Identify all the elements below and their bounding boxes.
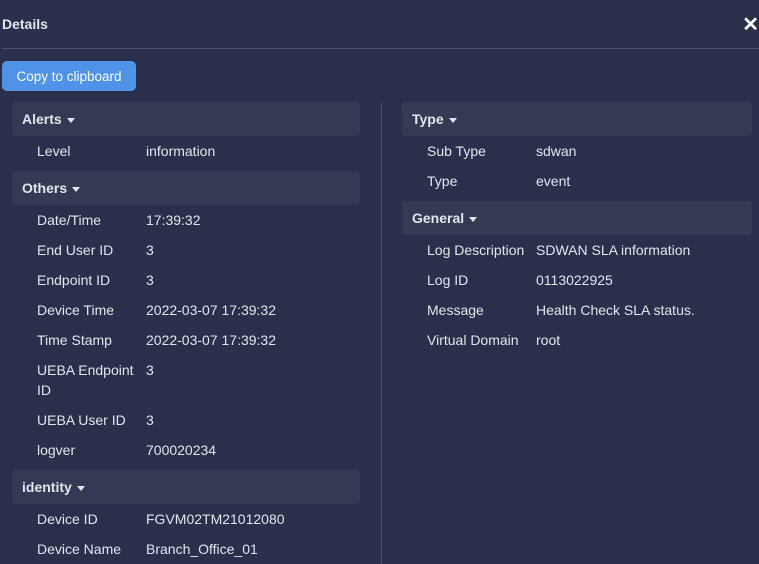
field-row: logver 700020234 (12, 435, 360, 465)
field-label: Type (427, 173, 458, 189)
field-row: Device Name Branch_Office_01 (12, 534, 360, 564)
section-header-general[interactable]: General (402, 201, 752, 235)
field-label: Device Name (37, 541, 122, 557)
field-row: Level information (12, 136, 360, 166)
caret-down-icon (72, 186, 81, 192)
field-row: Device ID FGVM02TM21012080 (12, 504, 360, 534)
field-value: Health Check SLA status. (536, 302, 695, 318)
field-row: End User ID 3 (12, 235, 360, 265)
field-row: Message Health Check SLA status. (402, 295, 752, 325)
field-value: Branch_Office_01 (146, 541, 258, 557)
left-column: Alerts Level information Others Date/Time 17:… (12, 102, 360, 564)
field-value: 700020234 (146, 442, 217, 458)
right-column: Type Sub Type sdwan Type event General Log Des… (402, 102, 752, 355)
copy-to-clipboard-button[interactable]: Copy to clipboard (2, 61, 136, 91)
field-label: Date/Time (37, 212, 102, 228)
field-value: 17:39:32 (146, 212, 201, 228)
field-label: Time Stamp (37, 332, 112, 348)
section-header-type[interactable]: Type (402, 102, 752, 136)
field-value: event (536, 173, 571, 189)
column-divider (381, 102, 382, 564)
section-title: Alerts (22, 111, 62, 127)
field-label: Message (427, 302, 484, 318)
field-value: 3 (146, 272, 154, 288)
field-label: logver (37, 442, 76, 458)
field-row: Device Time 2022-03-07 17:39:32 (12, 295, 360, 325)
field-row: Virtual Domain root (402, 325, 752, 355)
field-value: 3 (146, 242, 154, 258)
field-label: End User ID (37, 242, 114, 258)
field-row: UEBA Endpoint ID 3 (12, 355, 360, 405)
caret-down-icon (66, 117, 75, 123)
field-row: Log Description SDWAN SLA information (402, 235, 752, 265)
field-row: Endpoint ID 3 (12, 265, 360, 295)
field-value: 0113022925 (536, 272, 613, 288)
field-label: Virtual Domain (427, 332, 519, 348)
section-title: identity (22, 479, 72, 495)
field-label: Device Time (37, 302, 115, 318)
field-label: Device ID (37, 511, 98, 527)
divider (2, 48, 759, 49)
field-value: FGVM02TM21012080 (146, 511, 285, 527)
field-label: Log ID (427, 272, 469, 288)
field-label: Level (37, 143, 71, 159)
field-row: Time Stamp 2022-03-07 17:39:32 (12, 325, 360, 355)
field-label: UEBA User ID (37, 412, 126, 428)
field-value: information (146, 143, 216, 159)
field-label: UEBA Endpoint ID (37, 362, 134, 398)
dialog-title: Details (2, 16, 48, 32)
section-title: Type (412, 111, 444, 127)
field-value: 2022-03-07 17:39:32 (146, 332, 276, 348)
field-value: SDWAN SLA information (536, 242, 691, 258)
caret-down-icon (469, 216, 478, 222)
field-value: root (536, 332, 561, 348)
field-row: Date/Time 17:39:32 (12, 205, 360, 235)
field-label: Sub Type (427, 143, 486, 159)
caret-down-icon (76, 485, 85, 491)
section-title: Others (22, 180, 68, 196)
field-value: 3 (146, 412, 154, 428)
field-label: Endpoint ID (37, 272, 111, 288)
field-label: Log Description (427, 242, 525, 258)
field-row: Type event (402, 166, 752, 196)
section-header-alerts[interactable]: Alerts (12, 102, 360, 136)
close-icon[interactable]: ✕ (742, 12, 759, 37)
caret-down-icon (448, 117, 457, 123)
field-value: 2022-03-07 17:39:32 (146, 302, 276, 318)
section-header-others[interactable]: Others (12, 171, 360, 205)
field-value: sdwan (536, 143, 577, 159)
field-row: UEBA User ID 3 (12, 405, 360, 435)
section-title: General (412, 210, 465, 226)
field-row: Log ID 0113022925 (402, 265, 752, 295)
field-row: Sub Type sdwan (402, 136, 752, 166)
section-header-identity[interactable]: identity (12, 470, 360, 504)
field-value: 3 (146, 362, 154, 378)
